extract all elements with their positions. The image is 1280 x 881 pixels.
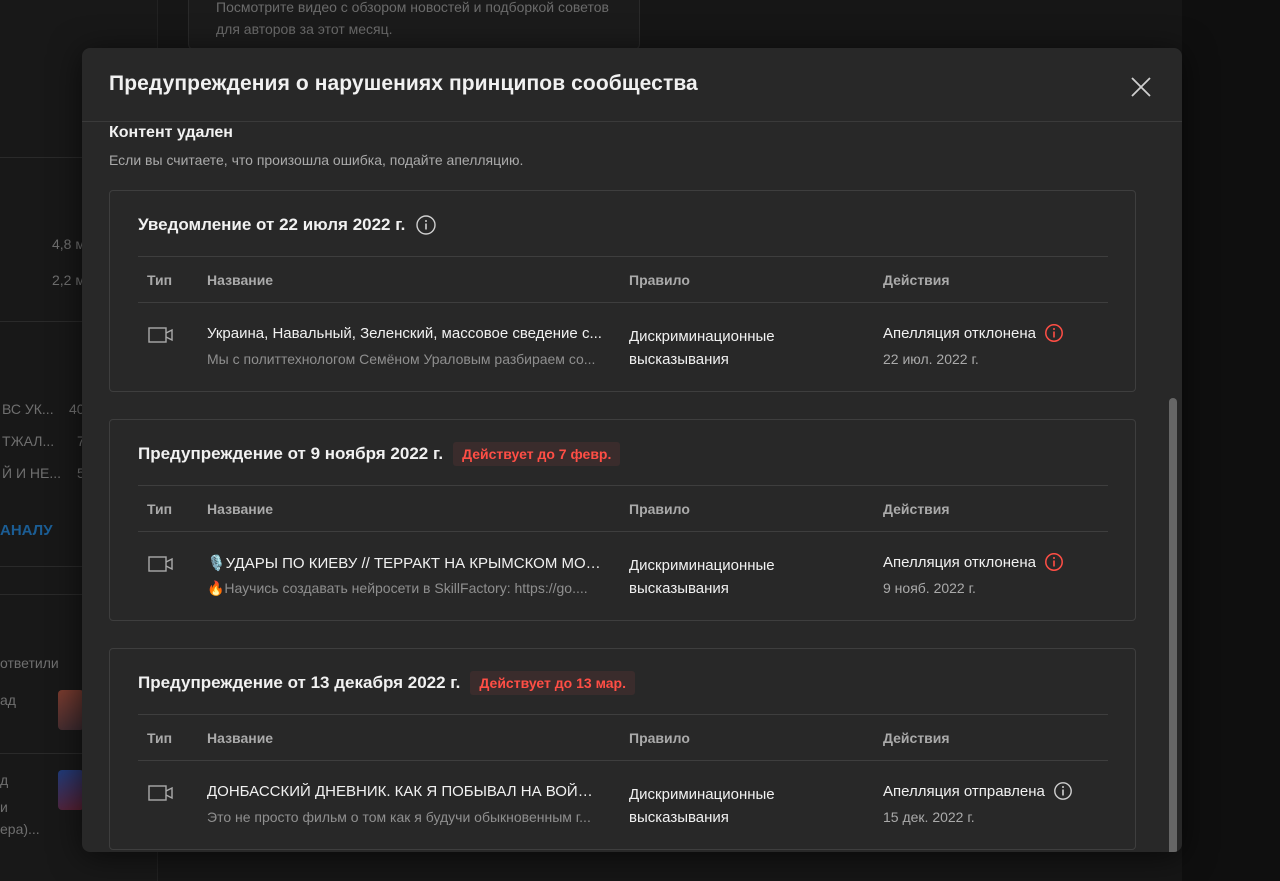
expiry-badge: Действует до 13 мар.	[470, 671, 635, 695]
card-title: Предупреждение от 9 ноября 2022 г.	[138, 444, 444, 463]
column-header-name: Название	[207, 272, 274, 288]
appeal-date: 22 июл. 2022 г.	[883, 351, 979, 367]
card-header: Уведомление от 22 июля 2022 г.	[138, 213, 437, 237]
table-header: Тип Название Правило Действия	[138, 485, 1108, 532]
appeal-status: Апелляция отклонена	[883, 552, 1064, 572]
background-divider	[0, 594, 82, 595]
background-list-label: Й И НЕ...	[2, 465, 62, 481]
close-icon	[1131, 77, 1151, 97]
video-description: Мы с политтехнологом Семёном Ураловым ра…	[207, 351, 596, 367]
video-title[interactable]: 🎙️УДАРЫ ПО КИЕВУ // ТЕРРАКТ НА КРЫМСКОМ …	[207, 554, 603, 572]
video-camera-icon	[148, 327, 173, 343]
background-list-label: ТЖАЛ...	[2, 433, 55, 449]
violated-rule: Дискриминационные высказывания	[629, 786, 775, 826]
appeal-date: 15 дек. 2022 г.	[883, 809, 975, 825]
violated-rule: Дискриминационные высказывания	[629, 328, 775, 368]
column-header-rule: Правило	[629, 730, 690, 746]
appeal-status: Апелляция отклонена	[883, 323, 1064, 343]
column-header-actions: Действия	[883, 730, 950, 746]
section-subtitle: Если вы считаете, что произошла ошибка, …	[109, 152, 524, 168]
video-camera-icon	[148, 785, 173, 801]
background-list-label: ВС УК...	[2, 401, 54, 417]
background-comment-text: ера)...	[0, 821, 40, 837]
background-channel-link: АНАЛУ	[0, 522, 53, 539]
dialog-header: Предупреждения о нарушениях принципов со…	[82, 48, 1182, 122]
column-header-type: Тип	[147, 730, 173, 746]
appeal-date: 9 нояб. 2022 г.	[883, 580, 976, 596]
strike-card: Уведомление от 22 июля 2022 г. Тип Назва…	[109, 190, 1136, 392]
background-divider	[0, 321, 82, 322]
background-stat: 2,2 м	[52, 272, 85, 288]
strikes-dialog: Предупреждения о нарушениях принципов со…	[82, 48, 1182, 852]
appeal-status-label: Апелляция отправлена	[883, 782, 1045, 800]
column-header-type: Тип	[147, 501, 173, 517]
video-camera-icon	[148, 556, 173, 572]
background-news-text: Посмотрите видео с обзором новостей и по…	[216, 0, 609, 37]
info-icon[interactable]	[415, 214, 437, 236]
close-button[interactable]	[1126, 72, 1156, 102]
alert-circle-icon[interactable]	[1044, 552, 1064, 572]
dialog-title: Предупреждения о нарушениях принципов со…	[109, 72, 698, 95]
background-divider	[0, 157, 82, 158]
column-header-name: Название	[207, 501, 274, 517]
background-thumbnail	[58, 770, 84, 810]
column-header-type: Тип	[147, 272, 173, 288]
video-description: 🔥Научись создавать нейросети в SkillFact…	[207, 580, 588, 596]
background-right-area	[1182, 0, 1280, 881]
column-header-rule: Правило	[629, 501, 690, 517]
table-header: Тип Название Правило Действия	[138, 714, 1108, 761]
background-comment-text: и	[0, 799, 8, 815]
table-header: Тип Название Правило Действия	[138, 256, 1108, 303]
column-header-rule: Правило	[629, 272, 690, 288]
expiry-badge: Действует до 7 февр.	[453, 442, 621, 466]
card-title: Уведомление от 22 июля 2022 г.	[138, 215, 406, 234]
video-title[interactable]: Украина, Навальный, Зеленский, массовое …	[207, 325, 603, 342]
dialog-content[interactable]: Контент удален Если вы считаете, что про…	[82, 123, 1182, 852]
card-title: Предупреждение от 13 декабря 2022 г.	[138, 673, 461, 692]
background-comment-text: ад	[0, 692, 16, 708]
background-comment-text: д	[0, 772, 9, 788]
alert-circle-icon[interactable]	[1044, 323, 1064, 343]
table-row[interactable]: 🎙️УДАРЫ ПО КИЕВУ // ТЕРРАКТ НА КРЫМСКОМ …	[138, 532, 1108, 618]
background-divider	[0, 753, 82, 754]
column-header-actions: Действия	[883, 272, 950, 288]
background-divider	[0, 566, 82, 567]
info-icon[interactable]	[1053, 781, 1073, 801]
appeal-status: Апелляция отправлена	[883, 781, 1073, 801]
appeal-status-label: Апелляция отклонена	[883, 324, 1036, 342]
background-thumbnail	[58, 690, 84, 730]
video-title[interactable]: ДОНБАССКИЙ ДНЕВНИК. КАК Я ПОБЫВАЛ НА ВОЙ…	[207, 783, 603, 800]
video-description: Это не просто фильм о том как я будучи о…	[207, 809, 591, 825]
strike-card: Предупреждение от 9 ноября 2022 г. Дейст…	[109, 419, 1136, 621]
section-title: Контент удален	[109, 124, 233, 141]
table-row[interactable]: ДОНБАССКИЙ ДНЕВНИК. КАК Я ПОБЫВАЛ НА ВОЙ…	[138, 761, 1108, 847]
strike-card: Предупреждение от 13 декабря 2022 г. Дей…	[109, 648, 1136, 850]
card-header: Предупреждение от 9 ноября 2022 г. Дейст…	[138, 442, 621, 466]
card-header: Предупреждение от 13 декабря 2022 г. Дей…	[138, 671, 635, 695]
table-row[interactable]: Украина, Навальный, Зеленский, массовое …	[138, 303, 1108, 389]
appeal-status-label: Апелляция отклонена	[883, 553, 1036, 571]
scrollbar-thumb[interactable]	[1169, 398, 1177, 852]
background-comments-header: ответили	[0, 655, 59, 671]
violated-rule: Дискриминационные высказывания	[629, 557, 775, 597]
column-header-actions: Действия	[883, 501, 950, 517]
background-stat: 4,8 м	[52, 236, 85, 252]
column-header-name: Название	[207, 730, 274, 746]
